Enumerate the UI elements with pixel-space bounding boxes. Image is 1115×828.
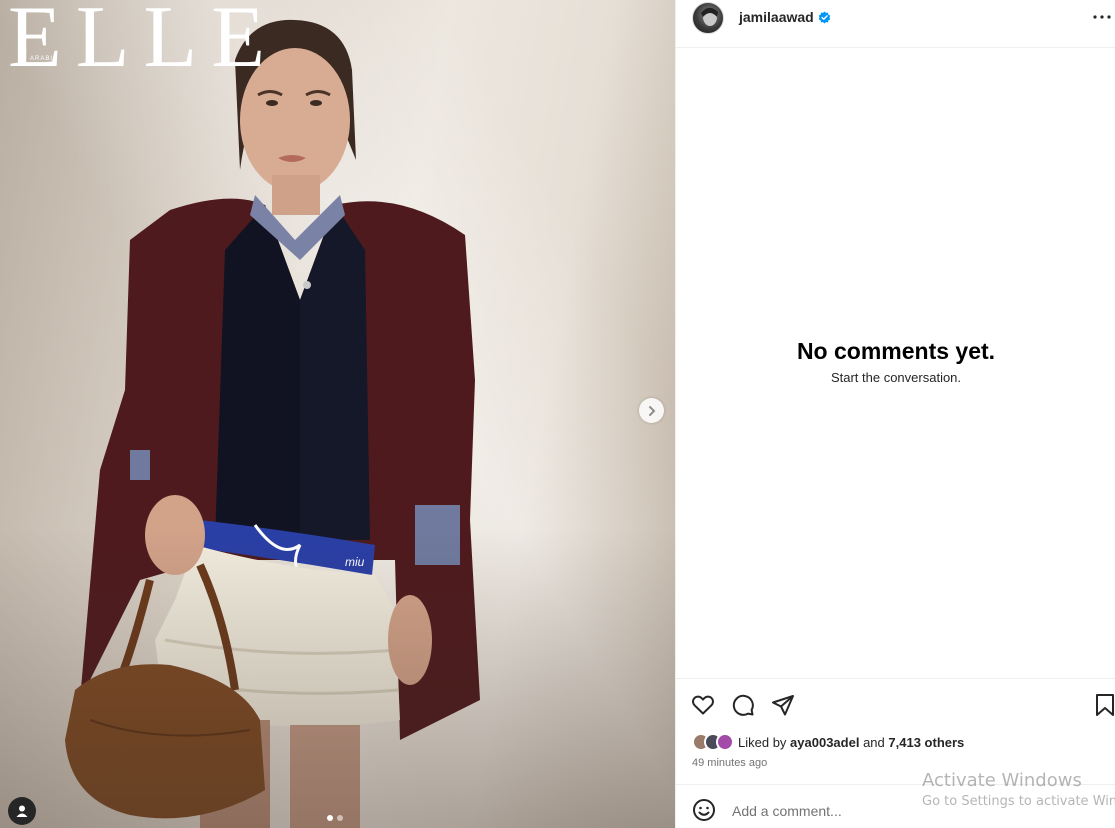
bottom-shade	[0, 528, 675, 828]
chevron-right-icon	[648, 405, 655, 416]
empty-subtitle: Start the conversation.	[830, 370, 962, 385]
like-button[interactable]	[690, 692, 716, 718]
emoji-button[interactable]	[692, 798, 716, 822]
post-timestamp[interactable]: 49 minutes ago	[692, 757, 767, 769]
comment-button[interactable]	[730, 692, 756, 718]
avatar[interactable]	[692, 2, 724, 34]
post-media[interactable]: miu ELLE ARABIA	[0, 0, 675, 828]
verified-badge-icon	[818, 10, 830, 24]
carousel-dot-active	[327, 815, 333, 821]
username-link[interactable]: jamilaawad	[739, 9, 831, 25]
comment-input[interactable]	[732, 801, 932, 821]
avatar-image	[701, 7, 718, 26]
emoji-icon	[693, 799, 715, 821]
comments-empty-state: No comments yet. Start the conversation.	[676, 336, 1115, 385]
likes-summary: Liked by aya003adel and 7,413 others	[692, 733, 964, 751]
bookmark-icon	[1096, 694, 1114, 716]
liker-avatars[interactable]	[692, 733, 734, 751]
magazine-subtitle: ARABIA	[30, 56, 59, 62]
carousel-next-button[interactable]	[639, 398, 664, 423]
likes-conjunction: and	[863, 734, 885, 750]
magazine-masthead: ELLE	[8, 0, 280, 86]
post-header: jamilaawad	[676, 0, 1115, 48]
user-icon	[16, 805, 28, 817]
comment-composer	[676, 784, 1115, 828]
heart-icon	[692, 695, 714, 715]
comment-icon	[732, 694, 754, 716]
empty-title: No comments yet.	[796, 338, 996, 364]
share-button[interactable]	[770, 692, 796, 718]
username: jamilaawad	[739, 9, 814, 25]
post-sidebar: jamilaawad No comments yet. Start the co…	[675, 0, 1115, 828]
likes-prefix: Liked by	[738, 734, 787, 750]
carousel-indicator	[327, 815, 343, 821]
liker-avatar	[716, 733, 734, 751]
more-dots-icon	[1093, 15, 1111, 19]
more-options-button[interactable]	[1092, 7, 1112, 27]
save-button[interactable]	[1092, 692, 1115, 718]
share-icon	[772, 695, 794, 716]
others-likes-link[interactable]: 7,413 others	[888, 735, 964, 750]
first-liker-link[interactable]: aya003adel	[790, 735, 859, 750]
tagged-users-button[interactable]	[8, 797, 36, 825]
carousel-dot	[337, 815, 343, 821]
